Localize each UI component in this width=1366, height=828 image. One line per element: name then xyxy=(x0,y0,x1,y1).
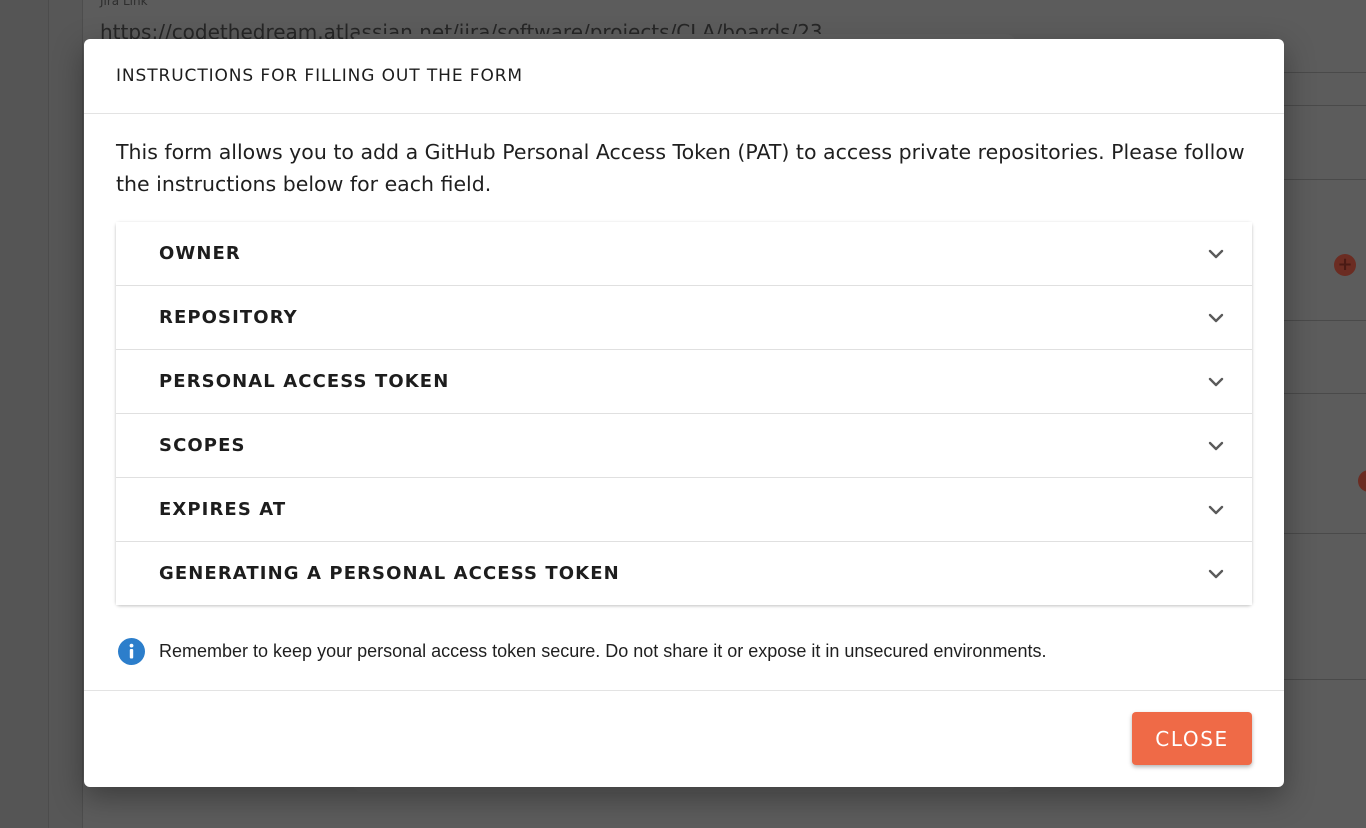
accordion-item-label: REPOSITORY xyxy=(159,307,298,328)
accordion-item-expires-at[interactable]: EXPIRES AT xyxy=(116,477,1252,541)
background-sidebar xyxy=(0,0,49,828)
dialog-intro-text: This form allows you to add a GitHub Per… xyxy=(116,140,1245,196)
chevron-down-icon xyxy=(1208,569,1224,578)
close-button[interactable]: CLOSE xyxy=(1132,712,1252,765)
dialog-body: This form allows you to add a GitHub Per… xyxy=(84,114,1284,665)
chevron-down-icon xyxy=(1208,249,1224,258)
info-icon xyxy=(118,638,145,665)
accordion-item-label: GENERATING A PERSONAL ACCESS TOKEN xyxy=(159,563,620,584)
accordion-item-label: EXPIRES AT xyxy=(159,499,287,520)
instructions-dialog: INSTRUCTIONS FOR FILLING OUT THE FORM Th… xyxy=(84,39,1284,787)
accordion-item-label: PERSONAL ACCESS TOKEN xyxy=(159,371,450,392)
background-divider xyxy=(1284,72,1366,73)
add-circle-icon: + xyxy=(1334,254,1356,276)
accordion-item-repository[interactable]: REPOSITORY xyxy=(116,285,1252,349)
background-divider xyxy=(1284,105,1366,106)
chevron-down-icon xyxy=(1208,313,1224,322)
background-divider xyxy=(1284,179,1366,180)
security-note-text: Remember to keep your personal access to… xyxy=(159,641,1047,661)
accordion-item-label: SCOPES xyxy=(159,435,246,456)
background-field-label: Jira Link xyxy=(100,0,148,8)
chevron-down-icon xyxy=(1208,377,1224,386)
accordion-item-scopes[interactable]: SCOPES xyxy=(116,413,1252,477)
chevron-down-icon xyxy=(1208,505,1224,514)
accordion-item-owner[interactable]: OWNER xyxy=(116,222,1252,285)
chevron-down-icon xyxy=(1208,441,1224,450)
dialog-header: INSTRUCTIONS FOR FILLING OUT THE FORM xyxy=(84,39,1284,114)
dialog-footer: CLOSE xyxy=(84,690,1284,787)
background-divider xyxy=(1284,533,1366,534)
accordion-item-personal-access-token[interactable]: PERSONAL ACCESS TOKEN xyxy=(116,349,1252,413)
dialog-title: INSTRUCTIONS FOR FILLING OUT THE FORM xyxy=(116,66,524,86)
security-note: Remember to keep your personal access to… xyxy=(116,638,1252,665)
instructions-accordion: OWNER REPOSITORY PERSONAL ACCESS TOKEN S… xyxy=(116,222,1252,605)
background-divider xyxy=(1284,393,1366,394)
accordion-item-label: OWNER xyxy=(159,243,241,264)
accordion-item-generating-token[interactable]: GENERATING A PERSONAL ACCESS TOKEN xyxy=(116,541,1252,605)
background-divider xyxy=(1284,320,1366,321)
background-divider xyxy=(1284,679,1366,680)
